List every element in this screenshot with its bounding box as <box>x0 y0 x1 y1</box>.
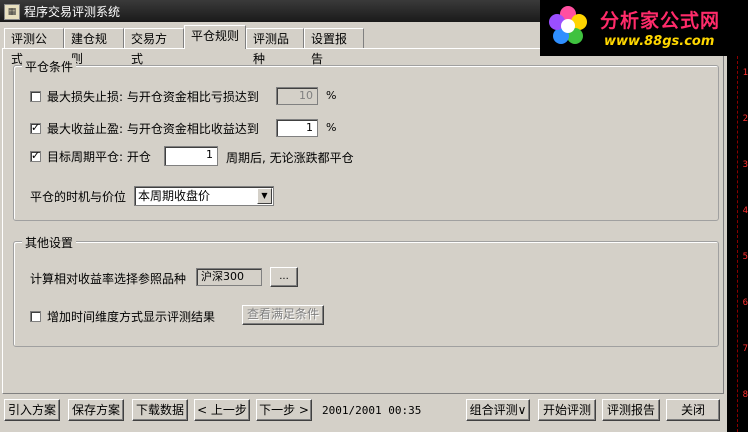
max-profit-label: 最大收益止盈: 与开仓资金相比收益达到 <box>47 121 259 136</box>
target-period-input[interactable]: 1 <box>164 146 218 166</box>
target-period-row: 目标周期平仓: 开仓 <box>30 146 151 166</box>
test-report-button[interactable]: 评测报告 <box>602 399 660 421</box>
tab-close-rules[interactable]: 平仓规则 <box>184 25 246 49</box>
combo-test-button[interactable]: 组合评测∨ <box>466 399 530 421</box>
chart-tick: 5 <box>742 252 748 262</box>
tab-report-settings[interactable]: 设置报告 <box>304 28 364 66</box>
chart-tick: 4 <box>742 206 748 216</box>
chart-tick: 2 <box>742 114 748 124</box>
reference-label: 计算相对收益率选择参照品种 <box>30 271 187 286</box>
background-chart-strip: 1 2 3 4 5 6 7 8 <box>727 56 748 432</box>
time-dim-checkbox[interactable] <box>30 310 41 322</box>
app-icon: ▦ <box>4 4 20 20</box>
chart-tick: 1 <box>742 68 748 78</box>
logo-brand-text: 分析家公式网 <box>600 10 721 32</box>
tab-formula[interactable]: 评测公式 <box>4 28 64 66</box>
timing-row: 平仓的时机与价位 <box>30 186 126 206</box>
max-loss-unit: % <box>326 89 337 102</box>
timing-label: 平仓的时机与价位 <box>30 189 127 204</box>
time-dim-row: 增加时间维度方式显示评测结果 <box>30 306 215 326</box>
target-period-checkbox[interactable] <box>30 149 41 162</box>
max-profit-checkbox[interactable] <box>30 121 41 134</box>
max-profit-input[interactable]: 1 <box>276 119 318 137</box>
chart-gridline <box>737 56 739 432</box>
close-button[interactable]: 关闭 <box>666 399 720 421</box>
max-profit-unit: % <box>326 121 337 134</box>
flower-logo-icon <box>549 6 587 44</box>
tab-instruments[interactable]: 评测品种 <box>246 28 304 66</box>
reference-row: 计算相对收益率选择参照品种 <box>30 268 186 288</box>
chart-tick: 7 <box>742 344 748 354</box>
max-loss-row: 最大损失止损: 与开仓资金相比亏损达到 <box>30 86 259 106</box>
timing-select[interactable]: 本周期收盘价 ▼ <box>134 186 274 206</box>
start-test-button[interactable]: 开始评测 <box>538 399 596 421</box>
app-window: ▦ 程序交易评测系统 评测公式 建仓规则 交易方式 平仓规则 评测品种 设置报告… <box>0 0 727 432</box>
max-loss-input[interactable]: 10 <box>276 87 318 105</box>
import-scheme-button[interactable]: 引入方案 <box>4 399 60 421</box>
other-settings-group: 其他设置 计算相对收益率选择参照品种 沪深300 ... 增加时间维度方式显示评… <box>13 234 719 347</box>
target-period-label: 目标周期平仓: 开仓 <box>47 149 151 164</box>
chart-tick: 8 <box>742 390 748 400</box>
window-title: 程序交易评测系统 <box>24 5 121 19</box>
download-data-button[interactable]: 下载数据 <box>132 399 188 421</box>
close-conditions-legend: 平仓条件 <box>22 58 77 75</box>
chart-tick: 3 <box>742 160 748 170</box>
tab-trade-mode[interactable]: 交易方式 <box>124 28 184 66</box>
max-loss-label: 最大损失止损: 与开仓资金相比亏损达到 <box>47 89 259 104</box>
max-loss-checkbox[interactable] <box>30 90 41 102</box>
save-scheme-button[interactable]: 保存方案 <box>68 399 124 421</box>
site-logo: 分析家公式网 www.88gs.com <box>540 0 748 56</box>
close-conditions-group: 平仓条件 最大损失止损: 与开仓资金相比亏损达到 10 % 最大收益止盈: 与开… <box>13 58 719 221</box>
timing-selected: 本周期收盘价 <box>138 189 211 203</box>
tab-open-rules[interactable]: 建仓规则 <box>64 28 124 66</box>
tab-panel-close-rules: 平仓条件 最大损失止损: 与开仓资金相比亏损达到 10 % 最大收益止盈: 与开… <box>2 48 724 394</box>
time-dim-label: 增加时间维度方式显示评测结果 <box>47 309 216 324</box>
logo-url-text: www.88gs.com <box>604 34 715 49</box>
chevron-down-icon[interactable]: ▼ <box>257 188 272 204</box>
other-settings-legend: 其他设置 <box>22 234 77 251</box>
reference-input[interactable]: 沪深300 <box>196 268 262 286</box>
prev-step-button[interactable]: < 上一步 <box>194 399 250 421</box>
view-conditions-button[interactable]: 查看满足条件 <box>242 305 324 325</box>
chart-tick: 6 <box>742 298 748 308</box>
max-profit-row: 最大收益止盈: 与开仓资金相比收益达到 <box>30 118 259 138</box>
browse-button[interactable]: ... <box>270 267 298 287</box>
date-range-text: 2001/2001 00:35 <box>322 404 422 417</box>
next-step-button[interactable]: 下一步 > <box>256 399 312 421</box>
target-period-suffix: 周期后, 无论涨跌都平仓 <box>226 151 354 165</box>
